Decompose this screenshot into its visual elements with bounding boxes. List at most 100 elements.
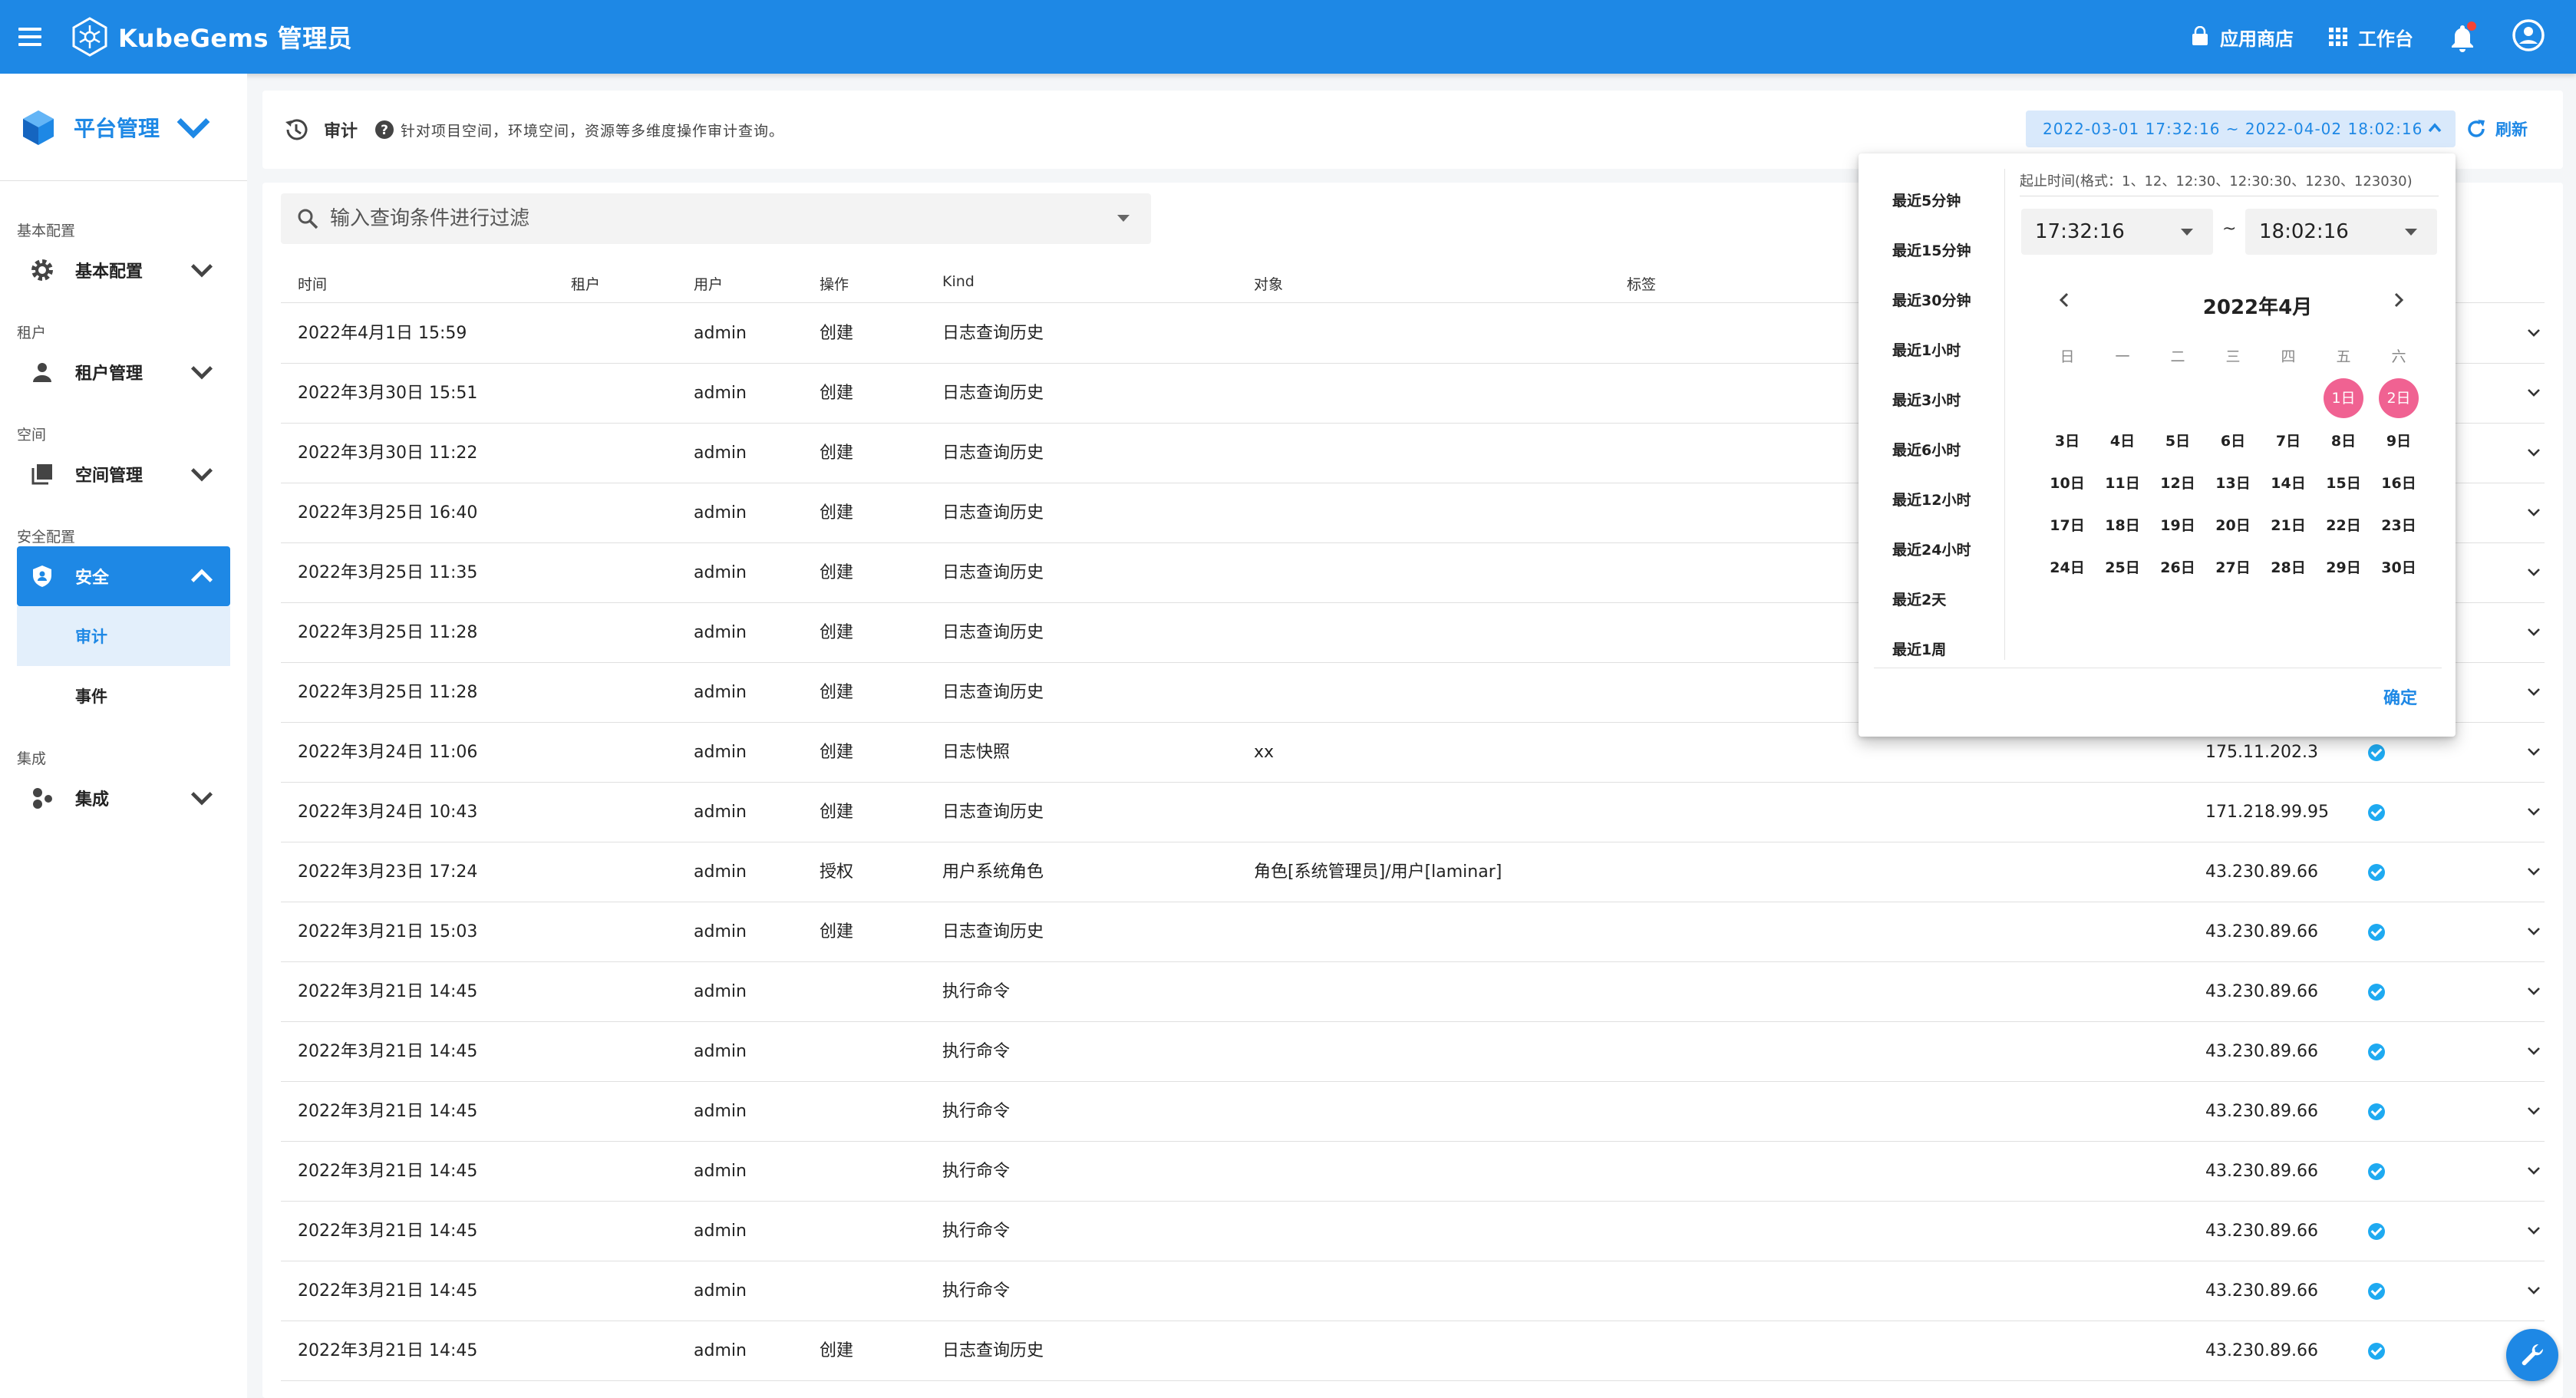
- calendar-day[interactable]: 20日: [2205, 514, 2261, 535]
- expand-row-icon[interactable]: [2525, 1162, 2543, 1180]
- dropdown-caret-icon[interactable]: [1117, 215, 1130, 222]
- expand-row-icon[interactable]: [2525, 623, 2543, 641]
- cell-op: 创建: [820, 623, 854, 642]
- quick-range-item[interactable]: 最近1小时: [1859, 326, 2004, 376]
- quick-range-item[interactable]: 最近24小时: [1859, 526, 2004, 575]
- quick-range-item[interactable]: 最近30分钟: [1859, 276, 2004, 326]
- table-row[interactable]: 2022年3月21日 14:45 admin 执行命令 43.230.89.66: [281, 962, 2545, 1022]
- start-time-select[interactable]: 17:32:16: [2021, 209, 2213, 255]
- expand-row-icon[interactable]: [2525, 683, 2543, 701]
- calendar-day[interactable]: 30日: [2371, 556, 2426, 577]
- calendar-day[interactable]: 7日: [2261, 430, 2316, 450]
- calendar-day[interactable]: 19日: [2150, 514, 2205, 535]
- cell-kind: 日志查询历史: [942, 324, 1044, 343]
- table-row[interactable]: 2022年3月21日 14:45 admin 执行命令 43.230.89.66: [281, 1142, 2545, 1202]
- quick-range-item[interactable]: 最近6小时: [1859, 426, 2004, 476]
- quick-range-item[interactable]: 最近2天: [1859, 575, 2004, 625]
- calendar-day[interactable]: 15日: [2316, 472, 2371, 493]
- calendar-day[interactable]: 14日: [2261, 472, 2316, 493]
- cell-kind: 日志查询历史: [942, 1341, 1044, 1360]
- table-row[interactable]: 2022年3月21日 14:45 admin 创建 日志查询历史 43.230.89.6…: [281, 1321, 2545, 1381]
- table-row[interactable]: 2022年3月24日 10:43 admin 创建 日志查询历史 171.218.99.…: [281, 783, 2545, 842]
- calendar-day[interactable]: 4日: [2095, 430, 2150, 450]
- sidebar-item-basic-config[interactable]: 基本配置: [17, 240, 230, 300]
- account-avatar-icon[interactable]: [2512, 18, 2545, 55]
- calendar-day[interactable]: 6日: [2205, 430, 2261, 450]
- calendar-day[interactable]: 26日: [2150, 556, 2205, 577]
- quick-range-item[interactable]: 最近12小时: [1859, 476, 2004, 526]
- calendar-day[interactable]: 5日: [2150, 430, 2205, 450]
- calendar-day-label: 14日: [2271, 475, 2306, 492]
- calendar-day[interactable]: 9日: [2371, 430, 2426, 450]
- sidebar-subitem-events[interactable]: 事件: [17, 666, 230, 726]
- calendar-day[interactable]: 29日: [2316, 556, 2371, 577]
- expand-row-icon[interactable]: [2525, 982, 2543, 1001]
- sidebar-subitem-audit[interactable]: 审计: [17, 606, 230, 666]
- sidebar-item-security[interactable]: 安全: [17, 546, 230, 606]
- sidebar-item-space[interactable]: 空间管理: [17, 444, 230, 504]
- menu-icon[interactable]: [18, 20, 52, 54]
- prev-month-icon[interactable]: [2055, 290, 2075, 310]
- expand-row-icon[interactable]: [2525, 803, 2543, 821]
- time-separator: ~: [2222, 219, 2237, 239]
- table-row[interactable]: 2022年3月21日 14:45 admin 执行命令 43.230.89.66: [281, 1261, 2545, 1321]
- calendar-day[interactable]: 23日: [2371, 514, 2426, 535]
- expand-row-icon[interactable]: [2525, 503, 2543, 522]
- calendar-day[interactable]: 12日: [2150, 472, 2205, 493]
- workbench-link[interactable]: 工作台: [2327, 24, 2413, 51]
- calendar-day[interactable]: 17日: [2040, 514, 2095, 535]
- calendar-day[interactable]: 13日: [2205, 472, 2261, 493]
- table-row[interactable]: 2022年3月23日 17:24 admin 授权 用户系统角色 角色[系统管理员]/用…: [281, 842, 2545, 902]
- table-row[interactable]: 2022年3月21日 15:03 admin 创建 日志查询历史 43.230.89.6…: [281, 902, 2545, 962]
- calendar-day[interactable]: 3日: [2040, 430, 2095, 450]
- calendar-day[interactable]: 22日: [2316, 514, 2371, 535]
- refresh-button[interactable]: 刷新: [2465, 110, 2528, 147]
- next-month-icon[interactable]: [2388, 290, 2408, 310]
- end-time-select[interactable]: 18:02:16: [2245, 209, 2437, 255]
- calendar-day[interactable]: 8日: [2316, 430, 2371, 450]
- calendar-day[interactable]: 2日: [2371, 378, 2426, 418]
- calendar-day[interactable]: 1日: [2316, 378, 2371, 418]
- calendar-day[interactable]: 24日: [2040, 556, 2095, 577]
- calendar-day[interactable]: 18日: [2095, 514, 2150, 535]
- table-row[interactable]: 2022年3月21日 14:45 admin 执行命令 43.230.89.66: [281, 1082, 2545, 1142]
- table-row[interactable]: 2022年3月21日 14:45 admin 执行命令 43.230.89.66: [281, 1202, 2545, 1261]
- calendar-day[interactable]: 21日: [2261, 514, 2316, 535]
- calendar-day[interactable]: 25日: [2095, 556, 2150, 577]
- expand-row-icon[interactable]: [2525, 743, 2543, 761]
- expand-row-icon[interactable]: [2525, 1222, 2543, 1240]
- filter-input[interactable]: [330, 207, 1021, 230]
- expand-row-icon[interactable]: [2525, 1042, 2543, 1060]
- calendar-day[interactable]: 11日: [2095, 472, 2150, 493]
- calendar-day-label: 17日: [2050, 517, 2085, 534]
- quick-range-item[interactable]: 最近5分钟: [1859, 176, 2004, 226]
- expand-row-icon[interactable]: [2525, 563, 2543, 582]
- platform-switcher[interactable]: 平台管理: [0, 74, 247, 181]
- notification-bell-icon[interactable]: [2447, 21, 2478, 52]
- app-store-link[interactable]: 应用商店: [2189, 24, 2294, 51]
- quick-range-item[interactable]: 最近3小时: [1859, 376, 2004, 426]
- date-range-button[interactable]: 2022-03-01 17:32:16 ~ 2022-04-02 18:02:1…: [2026, 110, 2456, 147]
- expand-row-icon[interactable]: [2525, 443, 2543, 462]
- status-ok-icon: [2368, 744, 2385, 761]
- calendar-day[interactable]: 27日: [2205, 556, 2261, 577]
- expand-row-icon[interactable]: [2525, 862, 2543, 881]
- expand-row-icon[interactable]: [2525, 324, 2543, 342]
- confirm-button[interactable]: 确定: [2383, 684, 2417, 709]
- sidebar-item-integration[interactable]: 集成: [17, 768, 230, 828]
- quick-range-item[interactable]: 最近15分钟: [1859, 226, 2004, 276]
- expand-row-icon[interactable]: [2525, 1102, 2543, 1120]
- calendar-day[interactable]: 28日: [2261, 556, 2316, 577]
- cell-time: 2022年3月30日 11:22: [298, 443, 478, 463]
- calendar-day[interactable]: 10日: [2040, 472, 2095, 493]
- table-row[interactable]: 2022年3月21日 14:45 admin 执行命令 43.230.89.66: [281, 1022, 2545, 1082]
- expand-row-icon[interactable]: [2525, 384, 2543, 402]
- tools-fab-button[interactable]: [2506, 1329, 2558, 1381]
- sidebar-item-tenant[interactable]: 租户管理: [17, 342, 230, 402]
- sidebar-item-label: 集成: [75, 790, 110, 809]
- calendar-day-label: 18日: [2105, 517, 2140, 534]
- expand-row-icon[interactable]: [2525, 1281, 2543, 1300]
- calendar-day[interactable]: 16日: [2371, 472, 2426, 493]
- filter-box[interactable]: [281, 193, 1151, 244]
- expand-row-icon[interactable]: [2525, 922, 2543, 941]
